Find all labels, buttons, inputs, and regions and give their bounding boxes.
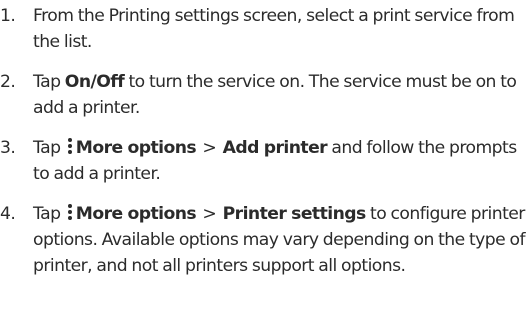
step-text-prefix: Tap [33,138,65,158]
menu-path-arrow: > [202,138,217,158]
step-text-prefix: Tap [33,204,65,224]
more-options-label: More options [75,138,197,158]
step-number: 2. [0,72,16,92]
on-off-label: On/Off [64,72,125,92]
step-4: 4. Tap More options > Printer settings t… [0,201,526,279]
instruction-steps-list: 1. From the Printing settings screen, se… [0,0,526,279]
menu-path-arrow: > [202,204,217,224]
printer-settings-label: Printer settings [222,204,367,224]
more-options-label: More options [75,204,197,224]
more-options-icon [68,203,73,221]
step-text-prefix: Tap [33,72,65,92]
step-3: 3. Tap More options > Add printer and fo… [0,135,526,187]
add-printer-label: Add printer [222,138,328,158]
step-1: 1. From the Printing settings screen, se… [0,3,526,55]
more-options-icon [68,137,73,155]
step-2: 2. Tap On/Off to turn the service on. Th… [0,69,526,121]
step-number: 1. [0,6,16,26]
step-number: 4. [0,204,16,224]
step-text: From the Printing settings screen, selec… [33,6,515,52]
step-number: 3. [0,138,16,158]
